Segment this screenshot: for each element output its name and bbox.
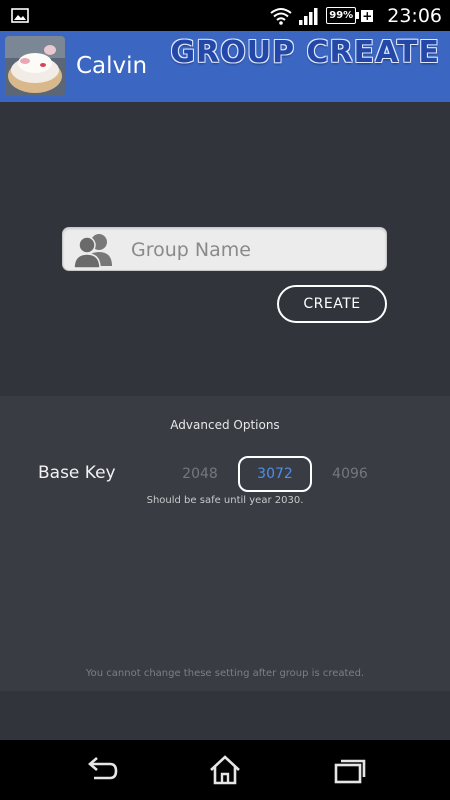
- navigation-bar: [0, 740, 450, 800]
- base-key-label: Base Key: [38, 463, 116, 483]
- advanced-options-panel: Advanced Options Base Key 2048 3072 4096…: [0, 396, 450, 691]
- settings-note: You cannot change these setting after gr…: [85, 668, 365, 679]
- page-title: GROUP CREATE: [170, 35, 440, 70]
- avatar[interactable]: [5, 36, 65, 96]
- group-name-input[interactable]: [129, 228, 383, 272]
- key-option-3072[interactable]: 3072: [238, 456, 312, 492]
- battery-level: 99%: [326, 7, 357, 24]
- create-group-form: CREATE: [0, 102, 450, 396]
- group-icon: [73, 234, 112, 268]
- screen: 99% + 23:06 Calvin GROUP CREATE Group Na…: [0, 0, 450, 800]
- user-name: Calvin: [76, 53, 148, 79]
- wifi-icon: [270, 7, 292, 25]
- group-name-field[interactable]: [62, 227, 387, 272]
- app-header: Calvin GROUP CREATE: [0, 31, 450, 102]
- create-button[interactable]: CREATE: [277, 285, 387, 323]
- back-icon[interactable]: [84, 754, 120, 786]
- key-hint: Should be safe until year 2030.: [146, 495, 304, 506]
- home-icon[interactable]: [207, 754, 243, 786]
- signal-icon: [299, 7, 318, 25]
- gallery-icon: [11, 8, 29, 23]
- charging-icon: +: [361, 8, 374, 23]
- clock: 23:06: [387, 4, 442, 27]
- status-bar: 99% + 23:06: [0, 0, 450, 31]
- key-option-2048[interactable]: 2048: [163, 456, 237, 492]
- battery-icon: 99% +: [326, 7, 374, 24]
- key-option-4096[interactable]: 4096: [313, 456, 387, 492]
- advanced-options-title: Advanced Options: [170, 418, 280, 432]
- battery-percent: 99%: [329, 10, 354, 21]
- recent-apps-icon[interactable]: [332, 754, 368, 786]
- bottom-spacer: [0, 691, 450, 740]
- status-icons: 99% + 23:06: [270, 0, 442, 31]
